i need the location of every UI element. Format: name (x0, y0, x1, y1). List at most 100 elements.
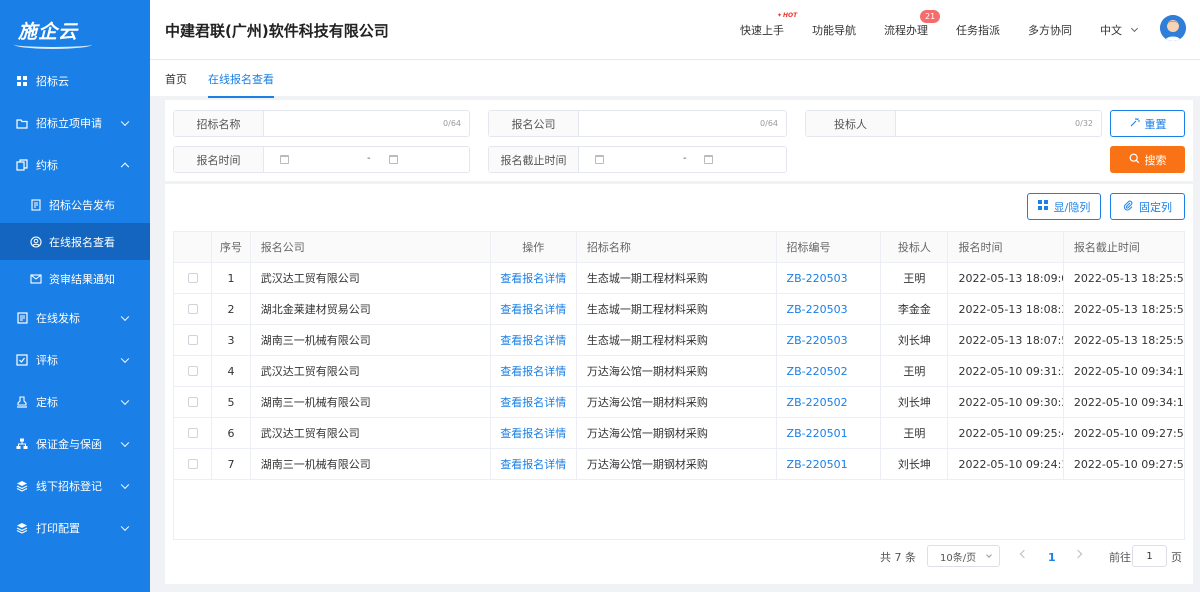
bidder-input[interactable]: 0/32 (896, 111, 1101, 136)
bid-name-input[interactable]: 0/64 (264, 111, 469, 136)
tab-home[interactable]: 首页 (165, 71, 187, 87)
calendar-icon (704, 155, 713, 164)
view-detail-link[interactable]: 查看报名详情 (500, 456, 566, 472)
seq-cell: 6 (212, 418, 251, 448)
bid-code-link[interactable]: ZB-220502 (787, 365, 848, 378)
layers-icon (16, 480, 28, 492)
calendar-icon (280, 155, 289, 164)
nav-features[interactable]: 功能导航 (812, 0, 856, 60)
signup-time-cell: 2022-05-13 18:09:04 (948, 263, 1064, 293)
grid-icon (16, 75, 28, 87)
bid-code-cell: ZB-220501 (777, 449, 882, 479)
bid-code-link[interactable]: ZB-220503 (787, 272, 848, 285)
search-label: 搜索 (1144, 153, 1167, 167)
sidebar: 施企云 招标云 招标立项申请 约标 招标公告发布 在线报名查看 资审结果通知 在… (0, 0, 150, 592)
select-cell (174, 356, 213, 386)
sidebar-item-label: 约标 (36, 159, 58, 172)
table-row: 7 湖南三一机械有限公司 查看报名详情 万达海公馆一期钢材采购 ZB-22050… (174, 449, 1184, 480)
checklist-icon (16, 354, 28, 366)
current-page[interactable]: 1 (1048, 545, 1056, 569)
sidebar-subitem-signup-view[interactable]: 在线报名查看 (0, 223, 150, 260)
toggle-columns-button[interactable]: 显/隐列 (1027, 193, 1101, 220)
tab-signup-view[interactable]: 在线报名查看 (208, 71, 274, 98)
row-checkbox[interactable] (187, 428, 198, 438)
reset-icon (1129, 117, 1140, 131)
reset-button[interactable]: 重置 (1110, 110, 1185, 137)
column-header-deadline: 报名截止时间 (1073, 241, 1140, 254)
nav-tasks[interactable]: 任务指派 (956, 0, 1000, 60)
column-header-seq: 序号 (212, 232, 251, 262)
bid-code-link[interactable]: ZB-220502 (787, 396, 848, 409)
bidder-cell: 王明 (881, 263, 949, 293)
sidebar-item-evaluation[interactable]: 评标 (0, 339, 150, 381)
deadline-range[interactable]: - (579, 147, 786, 172)
sidebar-item-award[interactable]: 定标 (0, 381, 150, 423)
view-detail-link[interactable]: 查看报名详情 (500, 270, 566, 286)
deadline-cell: 2022-05-13 18:25:52 (1073, 333, 1184, 347)
deadline-field[interactable]: 报名截止时间 - (488, 146, 787, 173)
goto-page-input[interactable]: 1 (1132, 545, 1167, 567)
action-cell: 查看报名详情 (491, 387, 577, 417)
bid-code-link[interactable]: ZB-220503 (787, 334, 848, 347)
avatar[interactable] (1160, 15, 1186, 41)
view-detail-link[interactable]: 查看报名详情 (500, 394, 566, 410)
row-checkbox[interactable] (187, 366, 198, 376)
row-checkbox[interactable] (187, 459, 198, 469)
row-checkbox[interactable] (187, 397, 198, 407)
column-header-bid-name: 招标名称 (577, 232, 777, 262)
next-page-icon[interactable] (1073, 549, 1083, 559)
signup-time-cell: 2022-05-13 18:07:55 (948, 325, 1064, 355)
chevron-down-icon (120, 312, 130, 322)
bid-code-link[interactable]: ZB-220501 (787, 427, 848, 440)
fix-columns-button[interactable]: 固定列 (1110, 193, 1185, 220)
language-select[interactable]: 中文 (1100, 0, 1139, 60)
search-button[interactable]: 搜索 (1110, 146, 1185, 173)
sidebar-subitem-review-notice[interactable]: 资审结果通知 (0, 260, 150, 297)
sidebar-item-bidding-cloud[interactable]: 招标云 (0, 60, 150, 102)
sidebar-item-offline-register[interactable]: 线下招标登记 (0, 465, 150, 507)
row-checkbox[interactable] (187, 304, 198, 314)
bid-name-cell: 万达海公馆一期钢材采购 (577, 449, 777, 479)
sidebar-item-project-apply[interactable]: 招标立项申请 (0, 102, 150, 144)
bidder-field[interactable]: 投标人 0/32 (805, 110, 1102, 137)
nav-quickstart[interactable]: 快速上手 (740, 0, 784, 60)
select-cell (174, 418, 213, 448)
prev-page-icon[interactable] (1019, 549, 1029, 559)
view-detail-link[interactable]: 查看报名详情 (500, 301, 566, 317)
sidebar-item-deposit[interactable]: 保证金与保函 (0, 423, 150, 465)
view-detail-link[interactable]: 查看报名详情 (500, 363, 566, 379)
view-detail-link[interactable]: 查看报名详情 (500, 425, 566, 441)
sidebar-subitem-notice[interactable]: 招标公告发布 (0, 186, 150, 223)
company-cell: 湖南三一机械有限公司 (251, 449, 491, 479)
org-tree-icon (16, 438, 28, 450)
page-size-select[interactable]: 10条/页 (927, 545, 1000, 567)
company-field[interactable]: 报名公司 0/64 (488, 110, 787, 137)
deadline-cell: 2022-05-10 09:27:50 (1073, 457, 1184, 471)
row-checkbox[interactable] (187, 335, 198, 345)
column-header-signup-time: 报名时间 (948, 232, 1064, 262)
bidder-cell: 刘长坤 (881, 449, 949, 479)
nav-process[interactable]: 流程办理 (884, 0, 928, 60)
bid-name-cell: 生态城一期工程材料采购 (577, 294, 777, 324)
char-count: 0/32 (1075, 119, 1093, 128)
registration-table: 序号 报名公司 操作 招标名称 招标编号 投标人 报名时间 报名截止时间 1 武… (173, 231, 1185, 540)
sidebar-item-invite[interactable]: 约标 (0, 144, 150, 186)
bidder-cell: 王明 (881, 418, 949, 448)
view-detail-link[interactable]: 查看报名详情 (500, 332, 566, 348)
bid-name-field[interactable]: 招标名称 0/64 (173, 110, 470, 137)
bid-code-link[interactable]: ZB-220503 (787, 303, 848, 316)
sidebar-item-print-config[interactable]: 打印配置 (0, 507, 150, 549)
signup-time-cell: 2022-05-13 18:08:33 (948, 294, 1064, 324)
nav-collab[interactable]: 多方协同 (1028, 0, 1072, 60)
signup-time-range[interactable]: - (264, 147, 469, 172)
bid-code-link[interactable]: ZB-220501 (787, 458, 848, 471)
logo[interactable]: 施企云 (0, 0, 150, 60)
signup-time-field[interactable]: 报名时间 - (173, 146, 470, 173)
select-cell (174, 449, 213, 479)
chevron-down-icon (120, 438, 130, 448)
row-checkbox[interactable] (187, 273, 198, 283)
chevron-down-icon (1130, 24, 1139, 33)
signup-time-label: 报名时间 (174, 147, 264, 172)
sidebar-item-online-publish[interactable]: 在线发标 (0, 297, 150, 339)
company-input[interactable]: 0/64 (579, 111, 786, 136)
